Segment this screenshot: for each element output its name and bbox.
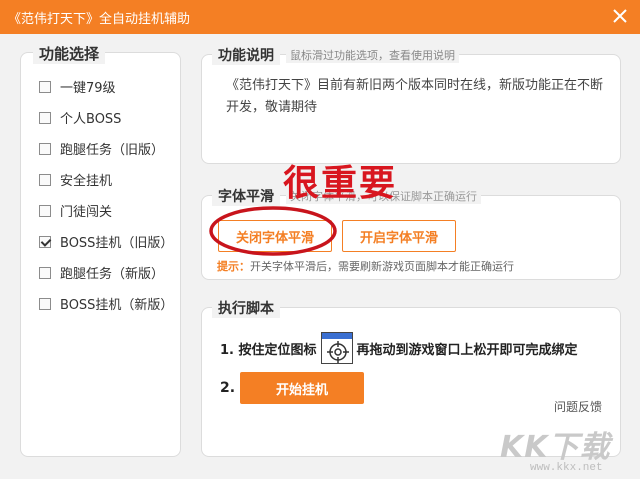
- feature-label: 安全挂机: [60, 174, 113, 189]
- step-one-prefix: 1. 按住定位图标: [220, 342, 317, 358]
- watermark-url: www.kkx.net: [530, 462, 603, 474]
- description-hint: 鼠标滑过功能选项，查看使用说明: [286, 47, 459, 63]
- window-title: 《范伟打天下》全自动挂机辅助: [8, 12, 191, 27]
- feature-option[interactable]: 门徒闯关: [39, 201, 112, 220]
- feature-checkbox[interactable]: [39, 297, 51, 310]
- feature-label: BOSS挂机（新版）: [60, 298, 174, 313]
- title-bar: 《范伟打天下》全自动挂机辅助: [0, 0, 640, 34]
- feature-option[interactable]: 跑腿任务（旧版）: [39, 139, 164, 158]
- feature-option[interactable]: 一键79级: [39, 77, 116, 96]
- watermark-logo: KK下载: [500, 430, 611, 465]
- font-smoothing-legend: 字体平滑: [212, 186, 280, 206]
- description-panel: 功能说明 鼠标滑过功能选项，查看使用说明 《范伟打天下》目前有新旧两个版本同时在…: [201, 45, 621, 164]
- feature-option[interactable]: 安全挂机: [39, 170, 112, 189]
- feature-checkbox[interactable]: [39, 111, 51, 124]
- tip-label: 提示：: [217, 260, 250, 273]
- description-legend: 功能说明: [212, 45, 280, 65]
- step-two-number: 2.: [220, 380, 236, 396]
- step-one-suffix: 再拖动到游戏窗口上松开即可完成绑定: [356, 342, 578, 358]
- feature-label: 跑腿任务（新版）: [60, 267, 165, 282]
- tip-text: 开关字体平滑后，需要刷新游戏页面脚本才能正确运行: [250, 260, 514, 273]
- feature-panel: 功能选择 一键79级个人BOSS 跑腿任务（旧版） 安全挂机门徒闯关 BOSS挂机（旧…: [20, 43, 181, 457]
- feature-checkbox[interactable]: [39, 80, 51, 93]
- feature-option[interactable]: BOSS挂机（旧版）: [39, 232, 173, 251]
- annotation-circle: [209, 206, 337, 256]
- execute-legend: 执行脚本: [212, 298, 280, 318]
- step-one: 1. 按住定位图标 再拖动到游戏窗口上松开即可完成绑定: [220, 332, 578, 364]
- feature-checkbox[interactable]: [39, 266, 51, 279]
- feature-label: 跑腿任务（旧版）: [60, 143, 165, 158]
- feature-checkbox[interactable]: [39, 204, 51, 217]
- feature-label: 一键79级: [60, 81, 116, 96]
- feature-option[interactable]: 个人BOSS: [39, 108, 121, 127]
- feature-checkbox[interactable]: [39, 173, 51, 186]
- description-body: 《范伟打天下》目前有新旧两个版本同时在线，新版功能正在不断开发，敬请期待: [226, 78, 604, 115]
- feature-checkbox[interactable]: [39, 142, 51, 155]
- crosshair-locator-icon[interactable]: [320, 332, 353, 364]
- feedback-link[interactable]: 问题反馈: [554, 398, 602, 415]
- enable-smoothing-button[interactable]: 开启字体平滑: [342, 220, 456, 252]
- feature-option[interactable]: BOSS挂机（新版）: [39, 294, 173, 313]
- feature-label: 个人BOSS: [60, 112, 122, 127]
- feature-option[interactable]: 跑腿任务（新版）: [39, 263, 164, 282]
- close-icon[interactable]: [608, 4, 632, 28]
- start-button[interactable]: 开始挂机: [240, 372, 364, 404]
- feature-legend: 功能选择: [33, 43, 106, 64]
- font-smoothing-tip: 提示：开关字体平滑后，需要刷新游戏页面脚本才能正确运行: [217, 258, 514, 274]
- feature-label: 门徒闯关: [60, 205, 113, 220]
- annotation-text: 很重要: [283, 163, 398, 204]
- feature-checkbox[interactable]: [39, 235, 51, 248]
- watermark: KK下载 www.kkx.net: [500, 422, 636, 476]
- feature-label: BOSS挂机（旧版）: [60, 236, 174, 251]
